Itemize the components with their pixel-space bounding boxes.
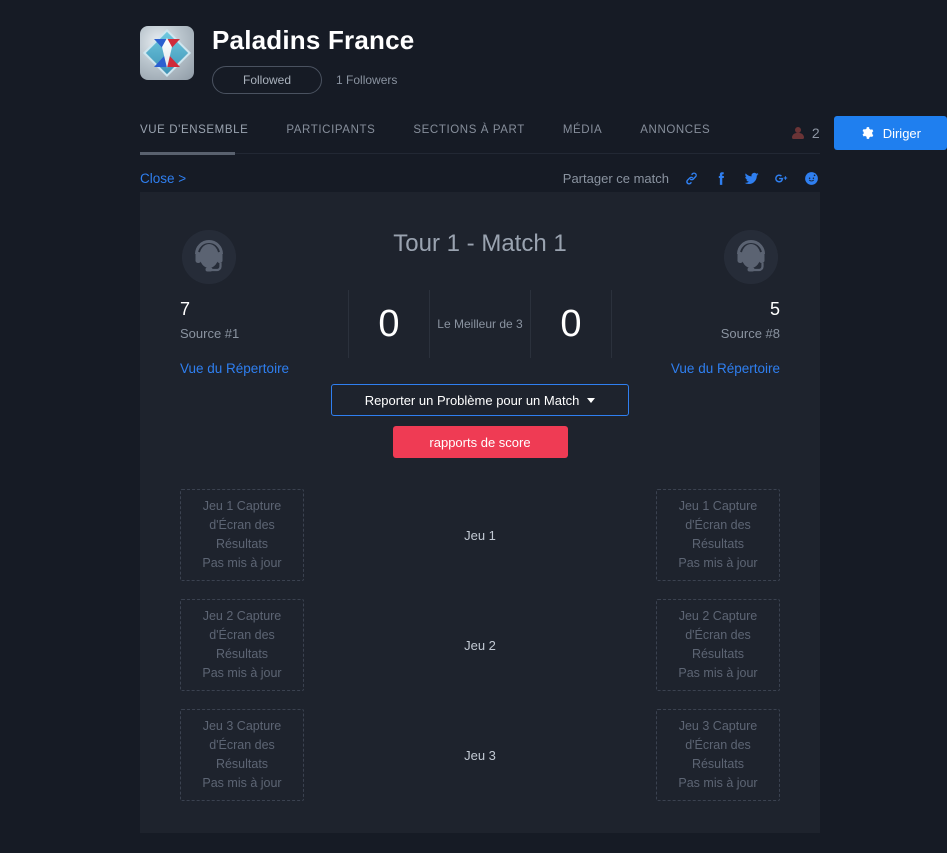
person-icon (791, 126, 804, 140)
page-title: Paladins France (212, 25, 415, 55)
headset-avatar-icon (182, 230, 236, 284)
left-team-avatar (182, 230, 236, 284)
screenshot-status: Pas mis à jour (678, 776, 758, 790)
report-match-issue-button[interactable]: Reporter un Problème pour un Match (331, 384, 629, 416)
google-plus-icon[interactable] (773, 170, 790, 187)
main-nav: VUE D'ENSEMBLE PARTICIPANTS SECTIONS À P… (140, 116, 947, 150)
game-2-right-screenshot[interactable]: Jeu 2 Capture d'Écran des Résultats Pas … (656, 599, 780, 691)
participants-count-group: 2 (791, 125, 820, 141)
right-team-avatar (724, 230, 778, 284)
organization-row: Paladins France Followed 1 Followers (140, 22, 947, 94)
game-3-right-screenshot[interactable]: Jeu 3 Capture d'Écran des Résultats Pas … (656, 709, 780, 801)
screenshot-status: Pas mis à jour (202, 666, 282, 680)
game-3-label: Jeu 3 (464, 747, 496, 763)
game-2-label: Jeu 2 (464, 637, 496, 653)
game-1-label: Jeu 1 (464, 527, 496, 543)
tab-annonces[interactable]: ANNONCES (640, 124, 710, 142)
screenshot-title: Jeu 3 Capture d'Écran des Résultats (678, 719, 758, 771)
match-title: Tour 1 - Match 1 (393, 230, 567, 257)
tab-sections-a-part[interactable]: SECTIONS À PART (413, 124, 524, 142)
game-row: Jeu 2 Capture d'Écran des Résultats Pas … (140, 590, 820, 700)
share-label: Partager ce match (562, 170, 669, 186)
followers-count: 1 Followers (336, 73, 398, 87)
organization-info: Paladins France Followed 1 Followers (212, 22, 414, 94)
headset-avatar-icon (724, 230, 778, 284)
game-row: Jeu 3 Capture d'Écran des Résultats Pas … (140, 700, 820, 810)
screenshot-title: Jeu 2 Capture d'Écran des Résultats (678, 609, 758, 661)
gear-icon (862, 127, 874, 139)
screenshot-status: Pas mis à jour (678, 556, 758, 570)
reddit-icon[interactable] (803, 170, 820, 187)
game-3-left-screenshot[interactable]: Jeu 3 Capture d'Écran des Résultats Pas … (180, 709, 304, 801)
match-actions: Reporter un Problème pour un Match rappo… (140, 384, 820, 458)
match-panel: Tour 1 - Match 1 7 Source #1 Vue du Répe… (140, 192, 820, 833)
screenshot-status: Pas mis à jour (678, 666, 758, 680)
report-match-issue-label: Reporter un Problème pour un Match (364, 392, 580, 408)
screenshot-title: Jeu 3 Capture d'Écran des Résultats (202, 719, 282, 771)
page-header: Paladins France Followed 1 Followers VUE… (0, 0, 947, 150)
manage-button[interactable]: Diriger (833, 116, 947, 150)
divider (611, 290, 612, 358)
link-icon[interactable] (683, 170, 700, 187)
screenshot-title: Jeu 1 Capture d'Écran des Résultats (202, 499, 282, 551)
chevron-down-icon (587, 397, 596, 403)
game-2-left-screenshot[interactable]: Jeu 2 Capture d'Écran des Résultats Pas … (180, 599, 304, 691)
left-match-score: 0 (378, 303, 400, 345)
tab-participants[interactable]: PARTICIPANTS (286, 124, 375, 142)
right-roster-link[interactable]: Vue du Répertoire (570, 361, 780, 376)
nav-underline (140, 152, 820, 155)
tab-media[interactable]: MÉDIA (563, 124, 602, 142)
screenshot-status: Pas mis à jour (202, 776, 282, 790)
left-roster-link[interactable]: Vue du Répertoire (180, 361, 390, 376)
game-1-left-screenshot[interactable]: Jeu 1 Capture d'Écran des Résultats Pas … (180, 489, 304, 581)
game-row: Jeu 1 Capture d'Écran des Résultats Pas … (140, 480, 820, 590)
screenshot-title: Jeu 1 Capture d'Écran des Résultats (678, 499, 758, 551)
follow-button[interactable]: Followed (212, 66, 323, 94)
facebook-icon[interactable] (713, 170, 730, 187)
score-reports-button[interactable]: rapports de score (392, 426, 568, 458)
game-1-right-screenshot[interactable]: Jeu 1 Capture d'Écran des Résultats Pas … (656, 489, 780, 581)
share-icon-group (683, 170, 820, 187)
paladins-diamond-logo-icon (140, 26, 194, 80)
right-match-score: 0 (560, 303, 582, 345)
games-list: Jeu 1 Capture d'Écran des Résultats Pas … (140, 480, 820, 810)
manage-button-label: Diriger (882, 125, 921, 141)
best-of-label: Le Meilleur de 3 (437, 316, 523, 331)
screenshot-status: Pas mis à jour (202, 556, 282, 570)
match-summary: Tour 1 - Match 1 7 Source #1 Vue du Répe… (140, 192, 820, 382)
scoreboard: 0 Le Meilleur de 3 0 (348, 290, 612, 358)
screenshot-title: Jeu 2 Capture d'Écran des Résultats (202, 609, 282, 661)
tab-vue-densemble[interactable]: VUE D'ENSEMBLE (140, 124, 248, 142)
participants-count: 2 (811, 125, 820, 141)
twitter-icon[interactable] (743, 170, 760, 187)
follow-row: Followed 1 Followers (212, 66, 414, 94)
close-link[interactable]: Close > (140, 171, 186, 186)
